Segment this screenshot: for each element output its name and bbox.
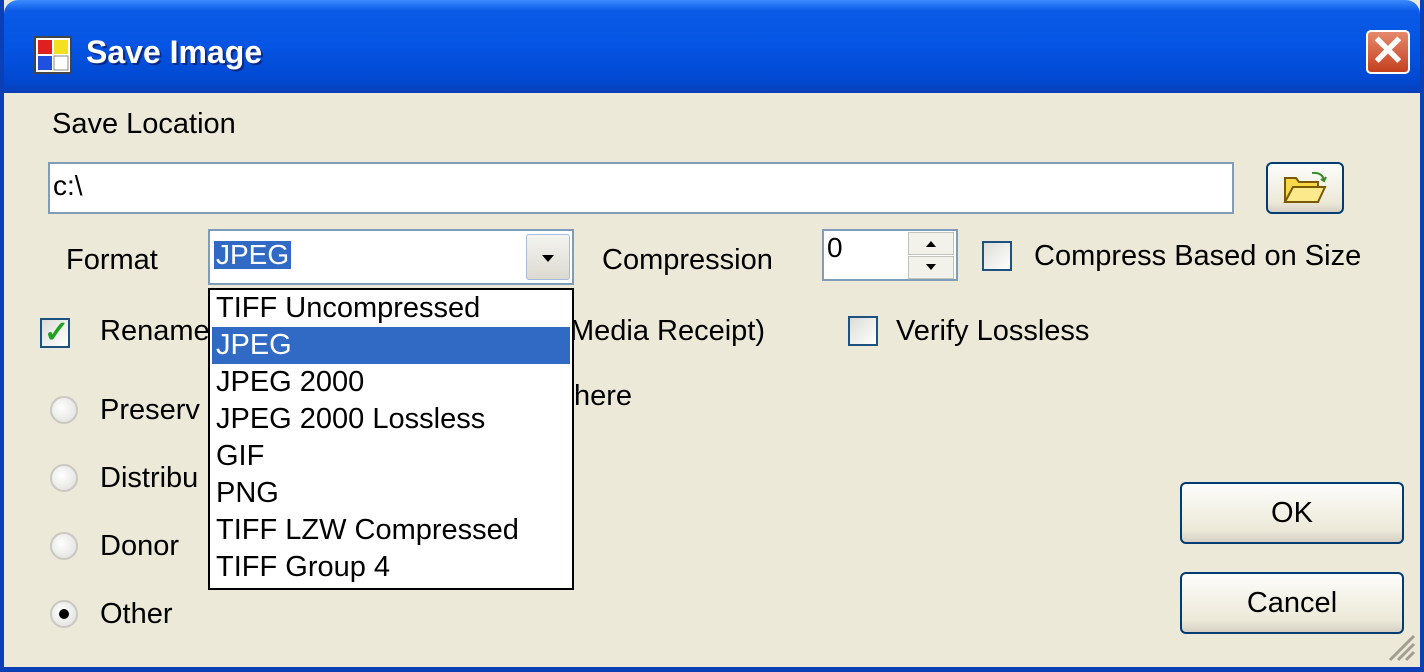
format-dropdown-list: TIFF Uncompressed JPEG JPEG 2000 JPEG 20… (208, 288, 574, 590)
radio-other-label: Other (100, 598, 173, 630)
format-option-jpeg-2000[interactable]: JPEG 2000 (212, 364, 570, 401)
compress-by-size-checkbox[interactable] (982, 241, 1012, 271)
compression-label: Compression (602, 244, 773, 276)
save-location-label: Save Location (52, 108, 236, 140)
radio-preserve-label: Preserv (100, 394, 200, 426)
format-option-tiff-lzw[interactable]: TIFF LZW Compressed (212, 512, 570, 549)
rename-checkbox[interactable]: ✓ (40, 316, 70, 349)
format-option-png[interactable]: PNG (212, 475, 570, 512)
radio-preserve-label-tail: here (574, 380, 633, 412)
title-bar[interactable]: Save Image ✕ (4, 0, 1420, 93)
cancel-button[interactable]: Cancel (1180, 572, 1404, 634)
checkmark-icon: ✓ (44, 316, 70, 349)
format-option-tiff-group-4[interactable]: TIFF Group 4 (212, 549, 570, 586)
radio-distribution-label: Distribu (100, 462, 199, 494)
save-image-dialog: Save Image ✕ Save Location c:\ Format JP… (0, 0, 1424, 672)
radio-distribution[interactable] (50, 464, 78, 492)
radio-selected-dot (59, 609, 69, 619)
rename-label: Rename (100, 315, 210, 347)
close-icon: ✕ (1370, 27, 1406, 74)
verify-lossless-checkbox[interactable] (848, 316, 878, 346)
format-option-jpeg[interactable]: JPEG (212, 327, 570, 364)
format-label: Format (66, 244, 158, 276)
format-option-tiff-uncompressed[interactable]: TIFF Uncompressed (212, 290, 570, 327)
save-location-input[interactable]: c:\ (48, 162, 1234, 214)
rename-label-end: Media Receipt) (570, 315, 766, 347)
format-option-jpeg-2000-lossless[interactable]: JPEG 2000 Lossless (212, 401, 570, 438)
spin-up-button[interactable] (908, 232, 954, 255)
arrow-down-icon (926, 264, 936, 270)
spin-down-button[interactable] (908, 256, 954, 279)
format-select[interactable]: JPEG (208, 229, 574, 285)
resize-grip-icon[interactable] (1384, 630, 1416, 662)
compress-by-size-label: Compress Based on Size (1034, 240, 1362, 272)
browse-button[interactable] (1266, 162, 1344, 214)
radio-preserve[interactable] (50, 396, 78, 424)
format-option-gif[interactable]: GIF (212, 438, 570, 475)
chevron-down-icon (542, 255, 554, 262)
open-folder-icon (1283, 171, 1327, 203)
radio-donor-label: Donor (100, 530, 179, 562)
radio-other[interactable] (50, 600, 78, 628)
window-title: Save Image (86, 34, 263, 70)
arrow-up-icon (926, 241, 936, 247)
ok-button[interactable]: OK (1180, 482, 1404, 544)
close-button[interactable]: ✕ (1366, 27, 1410, 74)
radio-donor[interactable] (50, 532, 78, 560)
verify-lossless-label: Verify Lossless (896, 315, 1090, 347)
app-icon (34, 36, 72, 74)
format-dropdown-button[interactable] (526, 234, 570, 280)
format-selected-value: JPEG (214, 239, 292, 270)
